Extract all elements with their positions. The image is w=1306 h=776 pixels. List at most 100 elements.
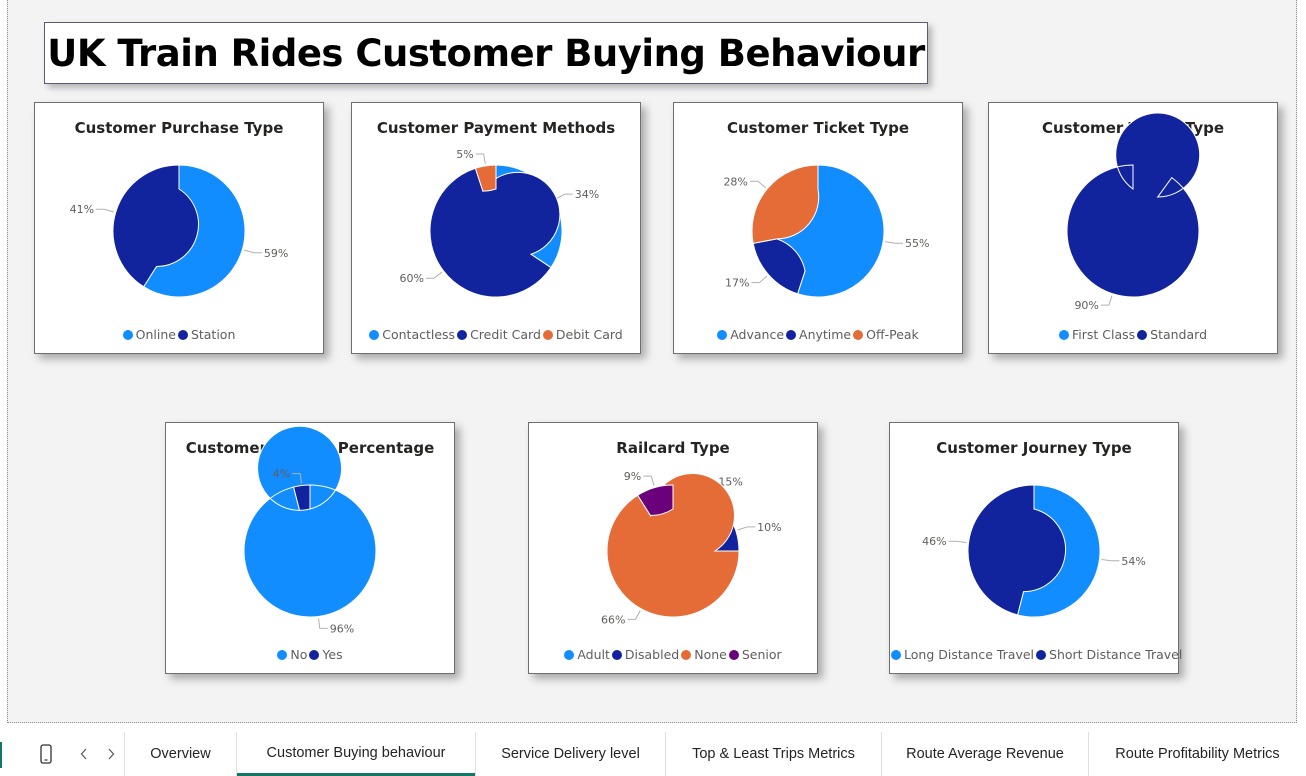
data-label: 4%	[273, 468, 290, 481]
data-label: 46%	[922, 535, 946, 548]
next-page-icon[interactable]	[101, 732, 121, 776]
data-label: 55%	[905, 237, 929, 250]
leader-line	[244, 249, 262, 254]
legend-marker	[564, 650, 575, 660]
tab-route-profitability-metrics[interactable]: Route Profitability Metrics	[1089, 732, 1306, 776]
legend-item-no[interactable]: No	[277, 647, 307, 662]
legend-marker	[853, 330, 864, 340]
leader-line	[425, 271, 443, 279]
donut-chart: 59% 41%	[70, 164, 288, 298]
page-tab-bar: Overview Customer Buying behaviour Servi…	[0, 732, 1306, 776]
leader-line	[475, 153, 486, 164]
legend-marker	[277, 650, 288, 660]
legend-marker	[457, 330, 468, 340]
chart-card-ticket-type[interactable]: Customer Ticket Type 55% 17% 28% Advance An…	[673, 102, 963, 354]
leader-line	[885, 241, 904, 244]
legend-item-short-distance-travel[interactable]: Short Distance Travel	[1036, 647, 1182, 662]
data-label: 59%	[264, 247, 288, 260]
legend-item-none[interactable]: None	[681, 647, 727, 662]
legend-label: Debit Card	[555, 327, 623, 342]
legend-item-adult[interactable]: Adult	[564, 647, 610, 662]
legend-marker	[542, 330, 553, 340]
legend-label: Contactless	[382, 327, 456, 342]
chart-legend: Online Station	[35, 327, 323, 342]
legend-label: Senior	[741, 647, 782, 662]
data-label: 54%	[1121, 555, 1145, 568]
chart-legend: Long Distance Travel Short Distance Trave…	[890, 647, 1182, 662]
data-label: 90%	[1074, 299, 1098, 312]
active-page-marker	[0, 742, 2, 768]
tab-service-delivery-level[interactable]: Service Delivery level	[476, 732, 665, 776]
tab-customer-buying-behaviour[interactable]: Customer Buying behaviour	[237, 732, 475, 776]
chart-card-refund-percentage[interactable]: Customer Refund Percentage 96%4% NoYes	[165, 422, 455, 674]
leader-line	[737, 526, 756, 531]
legend-item-first-class[interactable]: First Class	[1058, 327, 1136, 342]
legend-item-contactless[interactable]: Contactless	[369, 327, 455, 342]
donut-chart: 54% 46%	[922, 484, 1146, 618]
legend-item-credit-card[interactable]: Credit Card	[457, 327, 541, 342]
donut-chart: 15%10%66%9%	[601, 470, 782, 626]
leader-line	[749, 180, 766, 189]
legend-marker	[611, 650, 622, 660]
legend-item-yes[interactable]: Yes	[309, 647, 343, 662]
legend-marker	[681, 650, 692, 660]
data-label: 17%	[725, 277, 749, 290]
leader-line	[1100, 295, 1113, 306]
report-title: UK Train Rides Customer Buying Behaviour	[47, 31, 925, 75]
chart-card-ticket-class[interactable]: Customer Ticket Type 10%90% First ClassS…	[988, 102, 1278, 354]
data-label: 34%	[575, 188, 599, 201]
donut-slice-no[interactable]	[243, 425, 377, 618]
legend-label: Long Distance Travel	[904, 647, 1035, 662]
legend-label: No	[290, 647, 308, 662]
donut-chart: 34% 60% 5%	[399, 148, 599, 298]
data-label: 5%	[456, 148, 473, 161]
previous-page-icon[interactable]	[74, 732, 94, 776]
legend-item-senior[interactable]: Senior	[728, 647, 782, 662]
chart-card-purchase-type[interactable]: Customer Purchase Type 59% 41% Online Stat…	[34, 102, 324, 354]
mobile-layout-icon[interactable]	[32, 732, 60, 776]
chart-legend: Adult Disabled None Senior	[529, 647, 817, 662]
legend-item-standard[interactable]: Standard	[1137, 327, 1207, 342]
legend-item-disabled[interactable]: Disabled	[611, 647, 680, 662]
legend-item-anytime[interactable]: Anytime	[786, 327, 851, 342]
chart-legend: No Yes	[166, 647, 454, 662]
legend-marker	[728, 650, 739, 660]
leader-line	[948, 540, 967, 543]
legend-item-off-peak[interactable]: Off-Peak	[853, 327, 919, 342]
donut-chart: 55% 17% 28%	[723, 164, 929, 298]
leader-line	[643, 475, 655, 486]
data-label: 96%	[330, 622, 354, 635]
legend-label: Anytime	[799, 327, 852, 342]
leader-line	[1101, 559, 1120, 562]
donut-slice-standard[interactable]	[1066, 112, 1201, 298]
data-label: 66%	[601, 613, 625, 626]
chart-card-payment-methods[interactable]: Customer Payment Methods 34% 60% 5% Contac…	[351, 102, 641, 354]
legend-item-online[interactable]: Online	[122, 327, 176, 342]
donut-chart: 96% 4%	[243, 425, 377, 635]
legend-label: Disabled	[624, 647, 680, 662]
data-label: 9%	[624, 470, 641, 483]
legend-item-advance[interactable]: Advance	[717, 327, 784, 342]
legend-marker	[891, 650, 901, 660]
legend-item-station[interactable]: Station	[177, 327, 235, 342]
tab-overview[interactable]: Overview	[125, 732, 236, 776]
legend-item-long-distance-travel[interactable]: Long Distance Travel	[891, 647, 1034, 662]
chart-card-railcard-type[interactable]: Railcard Type 15% 10% 66% 9% Adult Disabled N…	[528, 422, 818, 674]
report-title-box: UK Train Rides Customer Buying Behaviour	[44, 22, 928, 84]
legend-marker	[122, 330, 133, 340]
chart-legend: Advance Anytime Off-Peak	[674, 327, 962, 342]
legend-marker	[369, 330, 380, 340]
legend-marker	[717, 330, 728, 340]
leader-line	[555, 193, 573, 200]
legend-label: First Class	[1071, 327, 1136, 342]
legend-label: Off-Peak	[866, 327, 919, 342]
legend-marker	[1036, 650, 1047, 660]
legend-label: Adult	[577, 647, 610, 662]
tab-top-least-trips-metrics[interactable]: Top & Least Trips Metrics	[666, 732, 881, 776]
legend-item-debit-card[interactable]: Debit Card	[542, 327, 623, 342]
donut-chart: 10%90%	[1066, 112, 1201, 312]
data-label: 60%	[399, 272, 423, 285]
data-label: 41%	[70, 203, 94, 216]
chart-card-journey-type[interactable]: Customer Journey Type 54% 46% Long Distan…	[889, 422, 1182, 674]
tab-route-average-revenue[interactable]: Route Average Revenue	[882, 732, 1088, 776]
